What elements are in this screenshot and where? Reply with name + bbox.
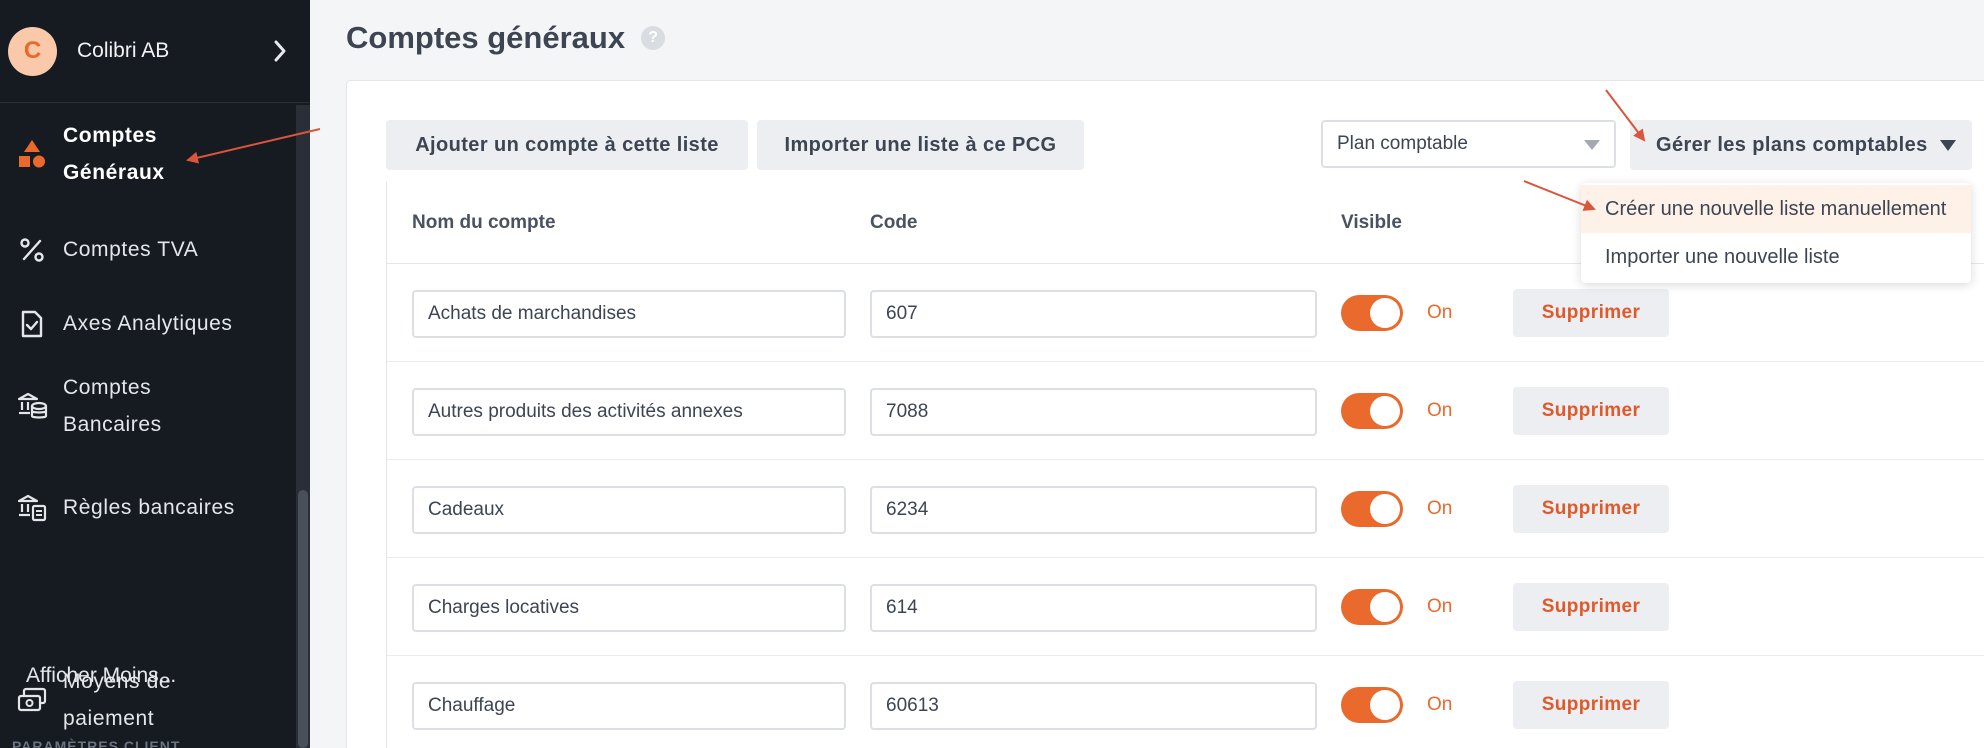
account-code-input[interactable]: 60613 — [870, 682, 1317, 730]
delete-button[interactable]: Supprimer — [1513, 485, 1669, 533]
caret-down-icon — [1584, 140, 1600, 150]
caret-down-icon — [1940, 140, 1956, 151]
sidebar-item-comptes-bancaires[interactable]: Comptes Bancaires — [0, 369, 296, 443]
menu-item-import-list[interactable]: Importer une nouvelle liste — [1581, 233, 1971, 281]
visible-toggle[interactable] — [1341, 687, 1403, 723]
sidebar-item-label: Règles bancaires — [63, 496, 235, 519]
delete-button[interactable]: Supprimer — [1513, 289, 1669, 337]
sidebar-item-label: Comptes — [63, 376, 152, 399]
visible-toggle[interactable] — [1341, 393, 1403, 429]
chevron-right-icon[interactable] — [260, 40, 300, 62]
sidebar-item-axes-analytiques[interactable]: Axes Analytiques — [0, 305, 296, 342]
sidebar-item-label: Comptes — [63, 124, 158, 147]
delete-button[interactable]: Supprimer — [1513, 681, 1669, 729]
manage-plans-label: Gérer les plans comptables — [1656, 133, 1928, 156]
manage-plans-menu: Créer une nouvelle liste manuellement Im… — [1581, 183, 1971, 283]
sidebar-item-label: Comptes TVA — [63, 238, 199, 261]
manage-plans-button[interactable]: Gérer les plans comptables — [1630, 120, 1972, 170]
account-code-input[interactable]: 607 — [870, 290, 1317, 338]
main-content: Comptes généraux ? Ajouter un compte à c… — [310, 0, 1984, 748]
sidebar-item-comptes-generaux[interactable]: Comptes Généraux — [0, 117, 296, 191]
shapes-icon — [0, 139, 63, 169]
account-name-input[interactable]: Chauffage — [412, 682, 846, 730]
table-row: Charges locatives 614 On Supprimer — [387, 558, 1984, 656]
sidebar-item-label: Axes Analytiques — [63, 312, 233, 335]
section-title: PARAMÈTRES CLIENT — [12, 738, 181, 748]
page-title-text: Comptes généraux — [346, 20, 626, 55]
avatar: C — [8, 26, 57, 76]
delete-button[interactable]: Supprimer — [1513, 387, 1669, 435]
sidebar: C Colibri AB Comptes Généraux Comptes TV… — [0, 0, 310, 748]
bank-coins-icon — [0, 391, 63, 421]
sidebar-scrollbar-thumb[interactable] — [298, 490, 308, 748]
visible-toggle[interactable] — [1341, 295, 1403, 331]
bank-rules-icon — [0, 493, 63, 523]
column-header-name: Nom du compte — [412, 212, 556, 233]
account-code-input[interactable]: 7088 — [870, 388, 1317, 436]
sidebar-item-label: Bancaires — [63, 413, 162, 436]
plan-comptable-select[interactable]: Plan comptable — [1321, 120, 1616, 168]
document-check-icon — [0, 309, 63, 339]
visible-toggle[interactable] — [1341, 491, 1403, 527]
sidebar-item-comptes-tva[interactable]: Comptes TVA — [0, 231, 296, 268]
visible-status: On — [1427, 498, 1453, 519]
account-name-input[interactable]: Autres produits des activités annexes — [412, 388, 846, 436]
help-icon[interactable]: ? — [641, 26, 666, 50]
payment-cards-icon — [0, 686, 63, 714]
visible-status: On — [1427, 400, 1453, 421]
sidebar-item-label: paiement — [63, 707, 155, 730]
import-list-button[interactable]: Importer une liste à ce PCG — [757, 120, 1084, 170]
table-row: Autres produits des activités annexes 70… — [387, 362, 1984, 460]
menu-item-create-list[interactable]: Créer une nouvelle liste manuellement — [1581, 185, 1971, 233]
account-name-input[interactable]: Cadeaux — [412, 486, 846, 534]
company-name: Colibri AB — [77, 39, 170, 62]
column-header-code: Code — [870, 212, 918, 233]
account-code-input[interactable]: 614 — [870, 584, 1317, 632]
account-name-input[interactable]: Achats de marchandises — [412, 290, 846, 338]
account-code-input[interactable]: 6234 — [870, 486, 1317, 534]
show-less-link[interactable]: Afficher Moins... — [26, 664, 176, 688]
visible-status: On — [1427, 694, 1453, 715]
delete-button[interactable]: Supprimer — [1513, 583, 1669, 631]
table-row: Cadeaux 6234 On Supprimer — [387, 460, 1984, 558]
column-header-visible: Visible — [1341, 212, 1402, 233]
visible-status: On — [1427, 596, 1453, 617]
account-name-input[interactable]: Charges locatives — [412, 584, 846, 632]
percent-icon — [0, 237, 63, 263]
visible-status: On — [1427, 302, 1453, 323]
table-row: Chauffage 60613 On Supprimer — [387, 656, 1984, 748]
plan-comptable-value: Plan comptable — [1337, 133, 1468, 154]
visible-toggle[interactable] — [1341, 589, 1403, 625]
sidebar-item-regles-bancaires[interactable]: Règles bancaires — [0, 489, 296, 526]
page-title: Comptes généraux ? — [346, 20, 666, 56]
sidebar-item-label: Généraux — [63, 161, 165, 184]
add-account-button[interactable]: Ajouter un compte à cette liste — [386, 120, 748, 170]
company-switcher[interactable]: C Colibri AB — [0, 0, 310, 103]
